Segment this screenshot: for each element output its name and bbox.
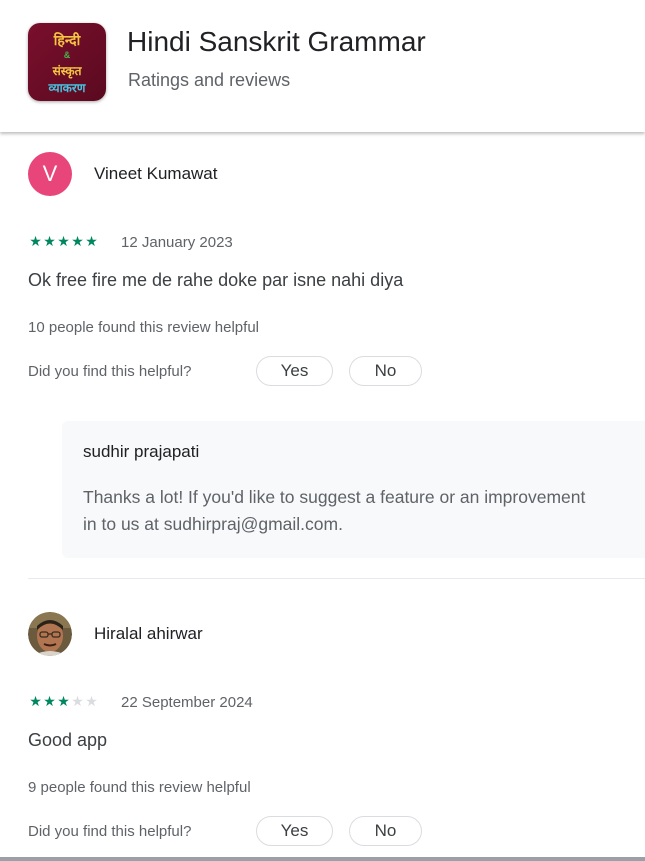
star-empty-icon: ★: [71, 693, 84, 709]
reviewer-name: Vineet Kumawat: [94, 164, 218, 183]
helpful-yes-button[interactable]: Yes: [256, 356, 333, 386]
star-filled-icon: ★: [57, 233, 70, 249]
developer-reply: sudhir prajapati Thanks a lot! If you'd …: [62, 421, 645, 558]
app-header: हिन्दी & संस्कृत व्याकरण Hindi Sanskrit …: [0, 0, 645, 132]
star-filled-icon: ★: [85, 233, 98, 249]
star-rating: ★ ★ ★ ★ ★: [29, 234, 98, 248]
helpful-no-button[interactable]: No: [349, 356, 422, 386]
review-date: 12 January 2023: [121, 234, 233, 251]
star-filled-icon: ★: [29, 693, 42, 709]
app-icon-text-grammar: व्याकरण: [48, 81, 86, 95]
avatar: [28, 612, 72, 656]
user-photo-icon: [28, 612, 72, 656]
helpful-question: Did you find this helpful?: [28, 823, 192, 840]
review-date: 22 September 2024: [121, 694, 253, 711]
app-icon-text-sanskrit: संस्कृत: [52, 64, 82, 78]
app-icon-text-amp: &: [63, 50, 71, 60]
helpful-count: 9 people found this review helpful: [28, 779, 251, 796]
star-filled-icon: ★: [29, 233, 42, 249]
app-icon-text-hindi: हिन्दी: [53, 33, 81, 49]
star-filled-icon: ★: [71, 233, 84, 249]
helpful-no-button[interactable]: No: [349, 816, 422, 846]
star-filled-icon: ★: [43, 233, 56, 249]
helpful-yes-button[interactable]: Yes: [256, 816, 333, 846]
reviewer-name: Hiralal ahirwar: [94, 624, 203, 643]
review-text: Good app: [28, 730, 108, 750]
page-subtitle: Ratings and reviews: [128, 70, 291, 90]
helpful-count: 10 people found this review helpful: [28, 319, 259, 336]
star-filled-icon: ★: [43, 693, 56, 709]
reply-author: sudhir prajapati: [83, 442, 200, 461]
review-divider: [28, 578, 645, 579]
helpful-question: Did you find this helpful?: [28, 363, 192, 380]
star-empty-icon: ★: [85, 693, 98, 709]
app-icon: हिन्दी & संस्कृत व्याकरण: [28, 23, 106, 101]
reply-text: Thanks a lot! If you'd like to suggest a…: [83, 487, 586, 534]
review-text: Ok free fire me de rahe doke par isne na…: [28, 270, 404, 290]
bottom-edge-bar: [0, 857, 645, 861]
star-rating: ★ ★ ★ ★ ★: [29, 694, 98, 708]
app-title: Hindi Sanskrit Grammar: [127, 26, 426, 57]
star-filled-icon: ★: [57, 693, 70, 709]
avatar: V: [28, 152, 72, 196]
